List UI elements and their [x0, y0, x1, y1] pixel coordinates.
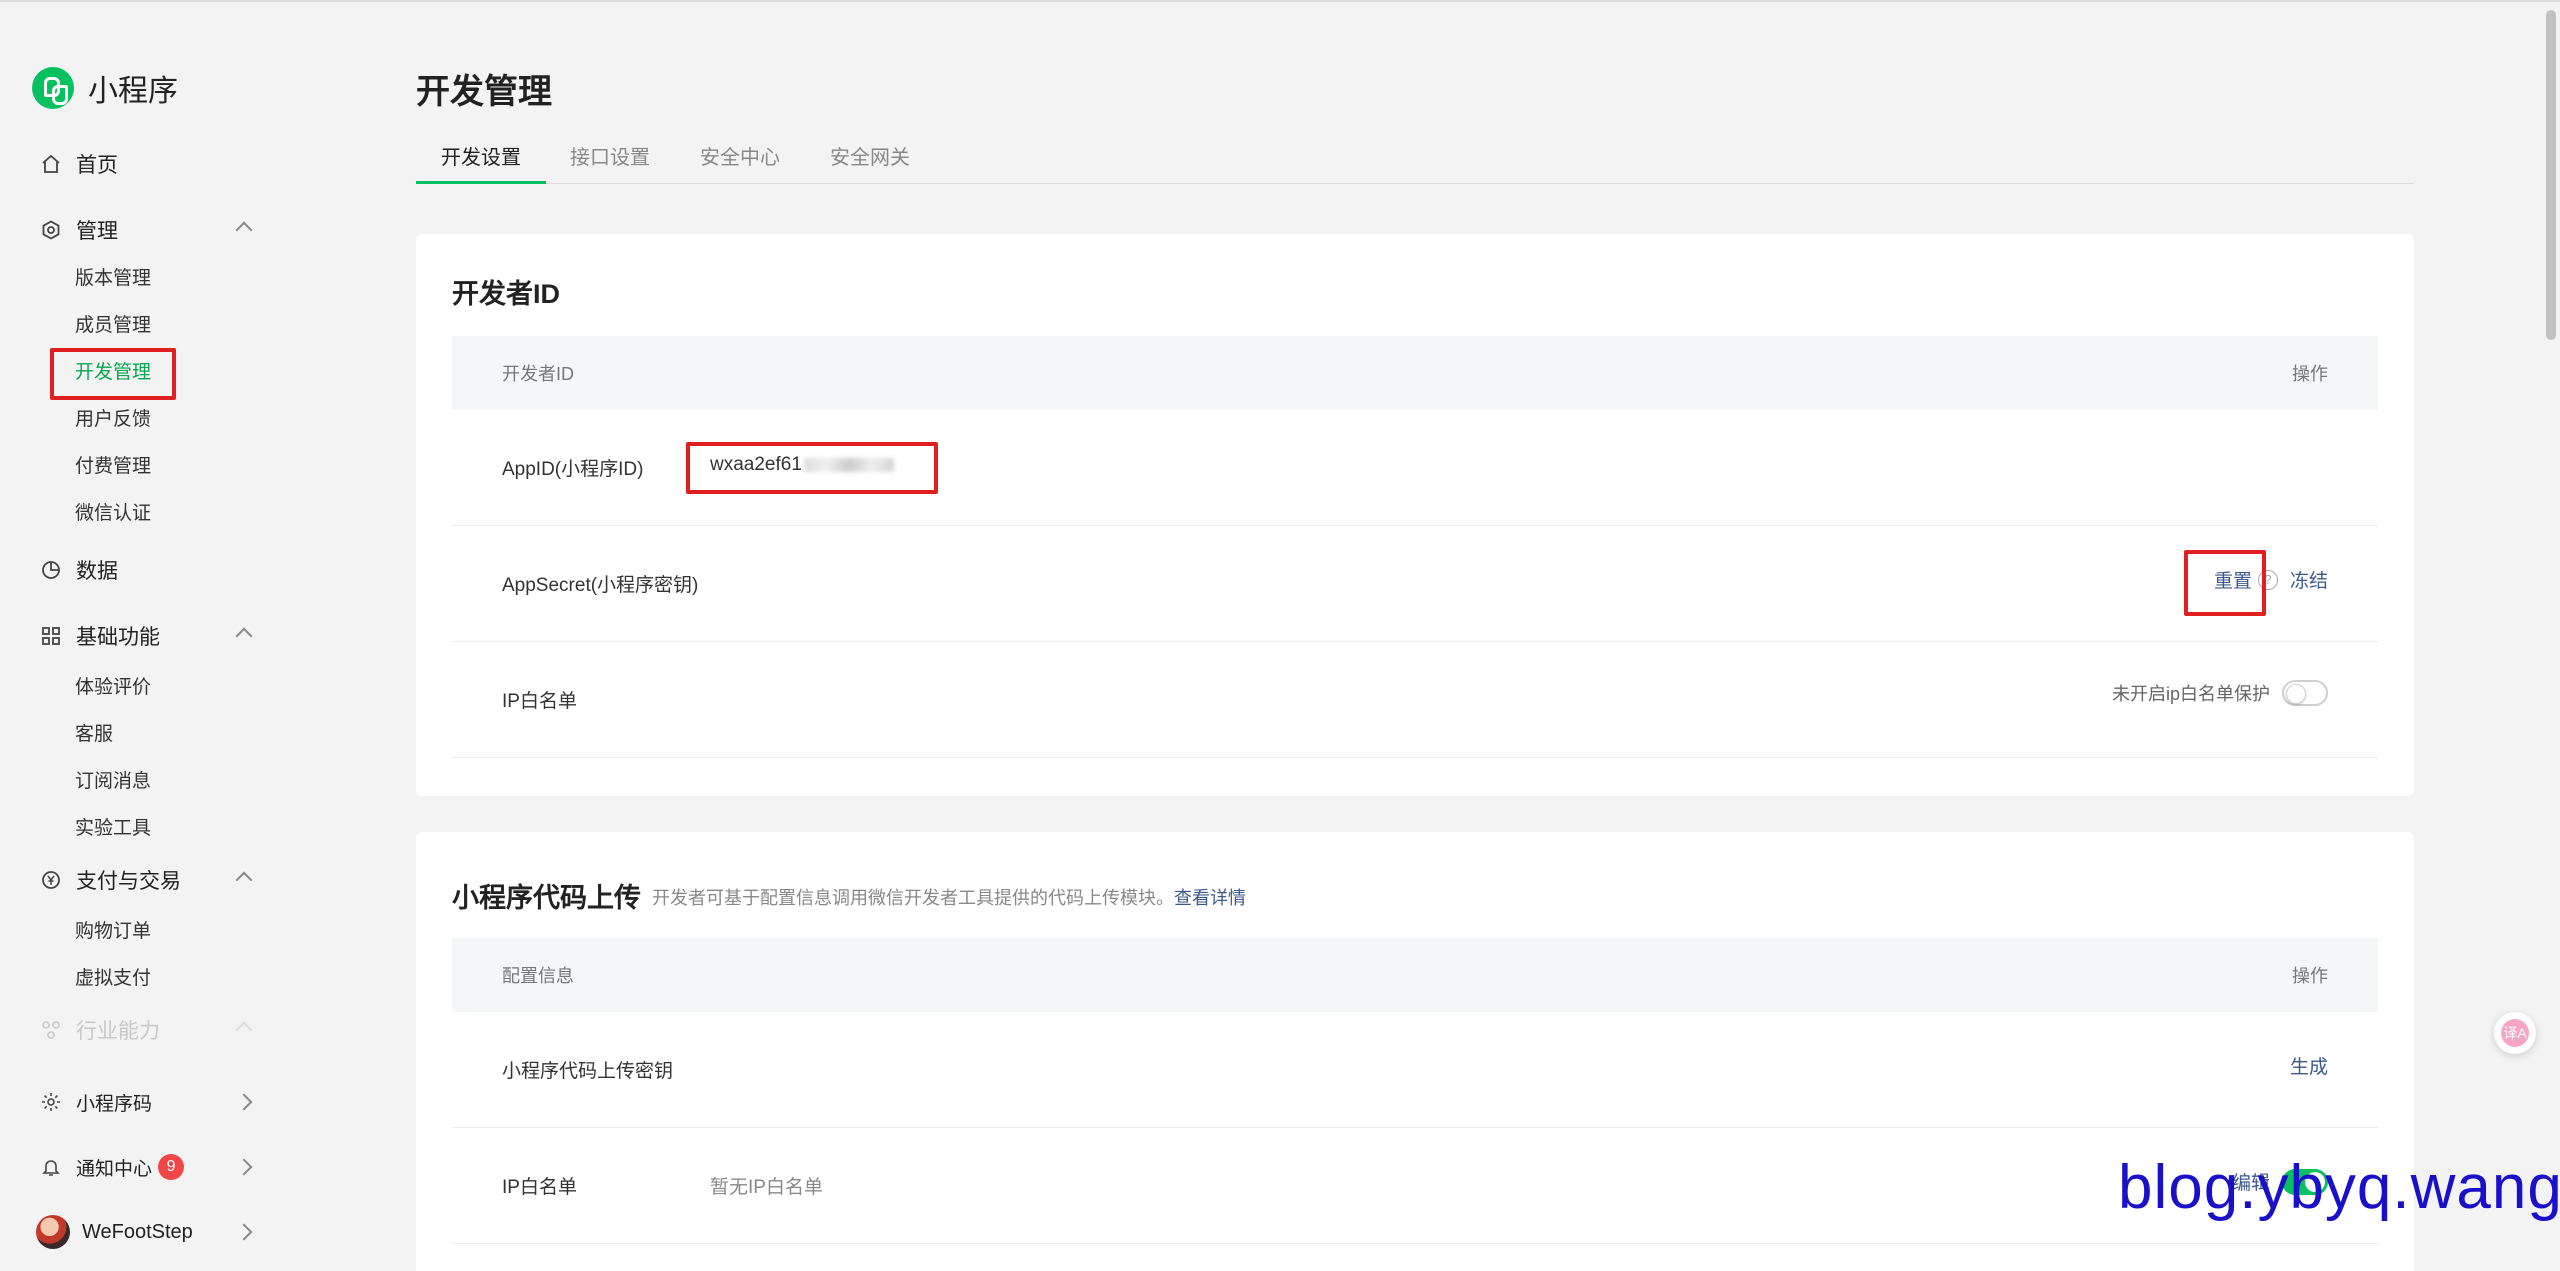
account-name: WeFootStep — [82, 1220, 193, 1243]
page-title: 开发管理 — [416, 73, 552, 111]
appid-value: wxaa2ef61 — [710, 454, 894, 476]
sidebar-item-wechat-verify[interactable]: 微信认证 — [75, 499, 151, 529]
chevron-right-icon — [235, 1222, 253, 1243]
tab-security-gateway[interactable]: 安全网关 — [830, 140, 910, 184]
pie-chart-icon — [40, 559, 62, 581]
sidebar-item-home[interactable]: 首页 — [40, 144, 250, 184]
avatar — [36, 1215, 70, 1249]
sidebar-group-label: 管理 — [76, 220, 118, 243]
translate-icon: 译A — [2501, 1019, 2529, 1047]
settings-icon — [40, 219, 62, 241]
ip-protection-toggle[interactable] — [2282, 680, 2328, 706]
sidebar-group-basic[interactable]: 基础功能 — [40, 616, 253, 656]
yen-icon — [40, 869, 62, 891]
row-actions: 生成 — [2290, 1052, 2328, 1079]
card-title: 小程序代码上传 — [452, 883, 641, 913]
top-border — [0, 0, 2560, 2]
sidebar-item-label: 首页 — [76, 154, 118, 177]
notification-badge: 9 — [158, 1154, 185, 1180]
sidebar-item-review[interactable]: 体验评价 — [75, 673, 151, 703]
scrollbar[interactable] — [2546, 10, 2556, 340]
tab-api-settings[interactable]: 接口设置 — [570, 140, 650, 184]
industry-icon — [40, 1019, 62, 1041]
row-label: 小程序代码上传密钥 — [502, 1061, 674, 1082]
sidebar-item-version[interactable]: 版本管理 — [75, 264, 151, 294]
sidebar-group-label: 支付与交易 — [76, 870, 181, 893]
card-description: 开发者可基于配置信息调用微信开发者工具提供的代码上传模块。查看详情 — [652, 888, 1246, 908]
sidebar-item-experiment[interactable]: 实验工具 — [75, 814, 151, 844]
brand-name: 小程序 — [88, 75, 178, 108]
sidebar-item-notify[interactable]: 通知中心 9 — [40, 1147, 253, 1187]
appsecret-row: AppSecret(小程序密钥) 重置 ? 冻结 — [452, 526, 2378, 642]
column-header: 操作 — [2292, 966, 2328, 986]
generate-button[interactable]: 生成 — [2290, 1052, 2328, 1079]
chevron-right-icon — [235, 1092, 253, 1113]
row-actions: 重置 ? 冻结 — [2214, 566, 2328, 593]
table-header: 配置信息 操作 — [452, 938, 2378, 1012]
ip-whitelist-value: 暂无IP白名单 — [710, 1177, 823, 1198]
sidebar-item-feedback[interactable]: 用户反馈 — [75, 405, 151, 435]
sidebar-item-orders[interactable]: 购物订单 — [75, 917, 151, 947]
sidebar-group-industry[interactable]: 行业能力 — [40, 1010, 253, 1050]
tab-security-center[interactable]: 安全中心 — [700, 140, 780, 184]
table-header: 开发者ID 操作 — [452, 336, 2378, 410]
code-upload-card: 小程序代码上传 开发者可基于配置信息调用微信开发者工具提供的代码上传模块。查看详… — [416, 832, 2414, 1271]
sidebar-item-qrcode[interactable]: 小程序码 — [40, 1082, 253, 1122]
sidebar-item-virtual-pay[interactable]: 虚拟支付 — [75, 964, 151, 994]
upload-key-row: 小程序代码上传密钥 生成 — [452, 1012, 2378, 1128]
sidebar-item-payment-manage[interactable]: 付费管理 — [75, 452, 151, 482]
sidebar-item-members[interactable]: 成员管理 — [75, 311, 151, 341]
developer-id-card: 开发者ID 开发者ID 操作 AppID(小程序ID) wxaa2ef61 Ap… — [416, 234, 2414, 796]
sidebar-item-customer-service[interactable]: 客服 — [75, 720, 113, 750]
ip-whitelist-row: IP白名单 未开启ip白名单保护 — [452, 642, 2378, 758]
chevron-up-icon — [235, 626, 253, 647]
home-icon — [40, 153, 62, 175]
sidebar: 小程序 首页 管理 版本管理 成员管理 开发管理 用户反馈 付费管理 微信认证 … — [0, 2, 380, 1271]
sun-icon — [40, 1091, 62, 1113]
miniprogram-logo-icon — [32, 67, 74, 109]
sidebar-item-label: 小程序码 — [76, 1093, 153, 1115]
row-label: IP白名单 — [502, 691, 577, 712]
translate-button[interactable]: 译A — [2494, 1012, 2536, 1054]
tab-bar: 开发设置 接口设置 安全中心 安全网关 — [416, 140, 2414, 184]
grid-icon — [40, 625, 62, 647]
card-title: 开发者ID — [452, 279, 560, 309]
row-label: AppID(小程序ID) — [502, 459, 644, 480]
chevron-up-icon — [235, 870, 253, 891]
reset-button[interactable]: 重置 — [2214, 566, 2252, 593]
freeze-button[interactable]: 冻结 — [2290, 566, 2328, 593]
row-label: IP白名单 — [502, 1177, 577, 1198]
watermark: blog.ybyq.wang — [2118, 1153, 2560, 1222]
upload-ip-row: IP白名单 暂无IP白名单 编辑 — [452, 1128, 2378, 1244]
account-menu[interactable]: WeFootStep — [36, 1212, 253, 1252]
help-icon[interactable]: ? — [2257, 569, 2278, 590]
sidebar-item-dev-manage[interactable]: 开发管理 — [75, 358, 151, 388]
sidebar-group-label: 基础功能 — [76, 626, 160, 649]
row-label: AppSecret(小程序密钥) — [502, 575, 699, 596]
column-header: 操作 — [2292, 364, 2328, 384]
sidebar-group-manage[interactable]: 管理 — [40, 210, 253, 250]
column-header: 配置信息 — [502, 966, 574, 986]
sidebar-item-label: 数据 — [76, 560, 118, 583]
sidebar-item-data[interactable]: 数据 — [40, 550, 250, 590]
column-header: 开发者ID — [502, 364, 574, 384]
ip-protection-status: 未开启ip白名单保护 — [2111, 684, 2270, 704]
sidebar-group-label: 行业能力 — [76, 1020, 160, 1043]
tab-dev-settings[interactable]: 开发设置 — [416, 140, 546, 184]
bell-icon — [40, 1156, 62, 1178]
brand[interactable]: 小程序 — [32, 66, 178, 110]
appid-row: AppID(小程序ID) wxaa2ef61 — [452, 410, 2378, 526]
sidebar-group-pay[interactable]: 支付与交易 — [40, 860, 253, 900]
sidebar-item-subscribe[interactable]: 订阅消息 — [75, 767, 151, 797]
sidebar-item-label: 通知中心 — [76, 1158, 153, 1180]
redacted-blur — [803, 457, 894, 472]
chevron-up-icon — [235, 220, 253, 241]
chevron-up-icon — [235, 1020, 253, 1041]
view-details-link[interactable]: 查看详情 — [1174, 888, 1246, 908]
row-actions: 未开启ip白名单保护 — [2112, 680, 2328, 706]
chevron-right-icon — [235, 1157, 253, 1178]
